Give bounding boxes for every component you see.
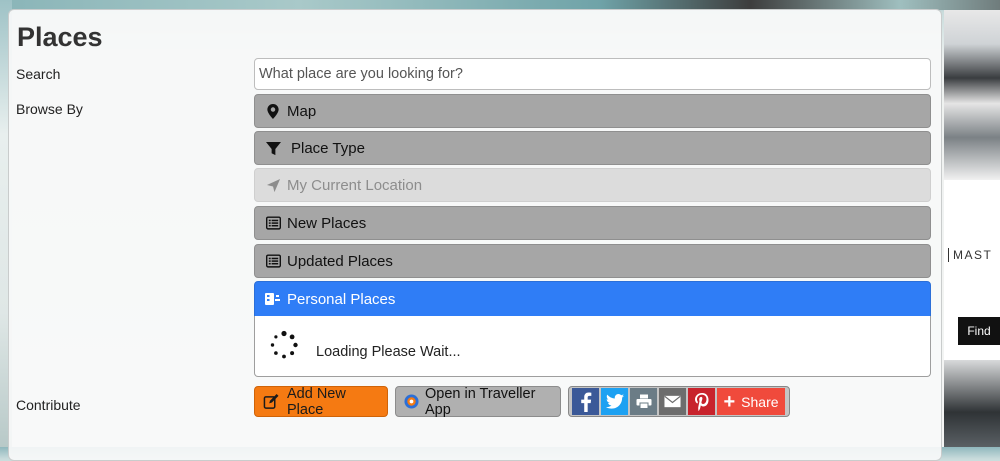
browse-updated-places-label: Updated Places bbox=[287, 252, 393, 270]
facebook-share-button[interactable] bbox=[572, 388, 599, 415]
places-panel: Places Search Browse By Map Place Type M… bbox=[8, 9, 942, 461]
personal-places-panel: Loading Please Wait... bbox=[254, 316, 931, 377]
ad-brand-text: MAST bbox=[948, 248, 992, 262]
search-input[interactable] bbox=[254, 58, 931, 90]
traveller-app-icon bbox=[404, 394, 419, 410]
browse-current-location-button[interactable]: My Current Location bbox=[254, 168, 931, 202]
open-traveller-app-button[interactable]: Open in Traveller App bbox=[395, 385, 561, 418]
email-share-button[interactable] bbox=[659, 388, 686, 415]
ad-building-image bbox=[944, 10, 1000, 180]
facebook-icon bbox=[580, 392, 591, 412]
browse-new-places-label: New Places bbox=[287, 214, 367, 232]
search-label: Search bbox=[16, 66, 61, 82]
print-icon bbox=[636, 394, 651, 409]
list-icon bbox=[265, 215, 281, 231]
email-icon bbox=[664, 395, 681, 408]
ad-building-image bbox=[944, 360, 1000, 447]
browse-by-label: Browse By bbox=[16, 101, 83, 117]
share-button[interactable]: + Share bbox=[717, 388, 785, 415]
browse-updated-places-button[interactable]: Updated Places bbox=[254, 244, 931, 278]
browse-place-type-button[interactable]: Place Type bbox=[254, 131, 931, 165]
loading-spinner-icon bbox=[270, 330, 298, 359]
contribute-label: Contribute bbox=[16, 397, 81, 413]
twitter-icon bbox=[605, 394, 624, 409]
browse-personal-places-button[interactable]: Personal Places bbox=[254, 281, 931, 317]
plus-icon: + bbox=[723, 390, 736, 413]
location-arrow-icon bbox=[265, 177, 281, 193]
filter-icon bbox=[265, 140, 281, 156]
browse-personal-places-label: Personal Places bbox=[287, 290, 396, 308]
browse-map-button[interactable]: Map bbox=[254, 94, 931, 128]
personal-places-icon bbox=[265, 291, 281, 307]
print-button[interactable] bbox=[630, 388, 657, 415]
sidebar-advertisement[interactable]: MAST Find bbox=[944, 10, 1000, 447]
edit-icon bbox=[263, 394, 279, 410]
share-label: Share bbox=[741, 393, 779, 410]
list-icon bbox=[265, 253, 281, 269]
map-marker-icon bbox=[265, 103, 281, 119]
pinterest-share-button[interactable] bbox=[688, 388, 715, 415]
browse-new-places-button[interactable]: New Places bbox=[254, 206, 931, 240]
add-new-place-label: Add New Place bbox=[287, 385, 346, 418]
browse-map-label: Map bbox=[287, 102, 317, 120]
share-toolbar: + Share bbox=[568, 386, 790, 417]
loading-text: Loading Please Wait... bbox=[316, 344, 461, 360]
add-new-place-button[interactable]: Add New Place bbox=[254, 385, 388, 418]
twitter-share-button[interactable] bbox=[601, 388, 628, 415]
page-title: Places bbox=[17, 22, 103, 52]
browse-current-location-label: My Current Location bbox=[287, 176, 423, 194]
ad-find-button[interactable]: Find bbox=[958, 317, 1000, 345]
open-traveller-app-label: Open in Traveller App bbox=[425, 385, 536, 418]
browse-place-type-label: Place Type bbox=[291, 139, 365, 157]
pinterest-icon bbox=[694, 392, 708, 411]
